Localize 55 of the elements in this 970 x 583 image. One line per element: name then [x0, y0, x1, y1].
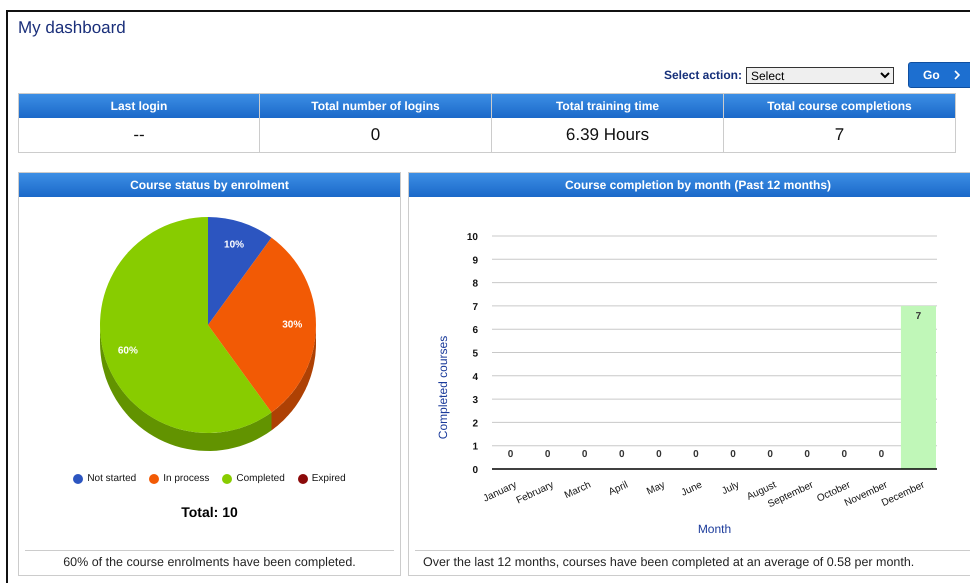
legend-label: In process	[163, 473, 210, 484]
y-tick-label: 10	[466, 232, 478, 243]
table-cell-text: 0	[370, 124, 382, 146]
column-header: Last login	[19, 94, 259, 118]
bar-value-label: 0	[842, 449, 848, 460]
panel-title: Course status by enrolment	[19, 173, 400, 197]
bar-value-label: 0	[693, 449, 699, 460]
bar-value-label: 0	[730, 449, 736, 460]
y-axis-title: Completed courses	[436, 336, 450, 440]
y-tick-label: 1	[472, 442, 478, 453]
y-tick-label: 2	[472, 418, 478, 430]
table-cell-text: 7	[834, 124, 846, 146]
bar-value-label: 0	[804, 449, 810, 460]
y-tick-label: 9	[472, 255, 478, 266]
x-tick-label: June	[680, 480, 704, 499]
bar-value-label: 0	[878, 449, 884, 460]
legend-label: Completed	[236, 473, 285, 484]
bar-value-label: 0	[656, 449, 662, 460]
column-header: Total training time	[492, 94, 723, 118]
x-tick-label: March	[562, 480, 593, 502]
action-select[interactable]: Select	[746, 66, 894, 84]
x-tick-label: July	[720, 480, 742, 498]
x-tick-label: May	[645, 480, 667, 498]
column-header: Total number of logins	[260, 94, 491, 118]
bar-value-label: 0	[582, 449, 588, 460]
x-axis-title: Month	[698, 522, 732, 536]
chevron-icon	[954, 70, 960, 80]
y-tick-label: 4	[472, 372, 478, 383]
summary-text: Over the last 12 months, courses have been completed at an average of 0.58 per month.	[415, 550, 970, 575]
y-tick-label: 5	[472, 348, 478, 360]
y-tick-label: 7	[472, 302, 478, 313]
x-tick-label: April	[606, 480, 630, 498]
bar-value-label: 0	[767, 449, 773, 460]
go-button[interactable]: Go	[908, 62, 970, 88]
legend-label: Not started	[87, 473, 136, 484]
bar-value-label: 0	[619, 449, 625, 460]
slice-label: 30%	[282, 320, 302, 331]
slice-label: 60%	[118, 346, 138, 357]
slice-label: 10%	[224, 240, 244, 251]
panel-title: Course completion by month (Past 12 months)	[409, 173, 970, 197]
page-title: My dashboard	[18, 17, 127, 39]
y-tick-label: 0	[472, 465, 478, 476]
summary-text: 60% of the course enrolments have been completed.	[25, 550, 394, 575]
y-tick-label: 3	[472, 395, 478, 406]
total-label: Total: 10	[180, 504, 239, 520]
y-tick-label: 6	[472, 325, 478, 336]
bar-value-label: 7	[916, 310, 922, 322]
y-tick-label: 8	[472, 278, 478, 290]
action-label: Select action:	[664, 68, 742, 82]
legend-label: Expired	[312, 473, 346, 484]
table-cell-text: 6.39 Hours	[564, 124, 650, 146]
bar-value-label: 0	[544, 449, 550, 460]
table-cell-text: --	[132, 124, 146, 146]
column-header: Total course completions	[724, 94, 955, 118]
bar-value-label: 0	[508, 449, 514, 460]
